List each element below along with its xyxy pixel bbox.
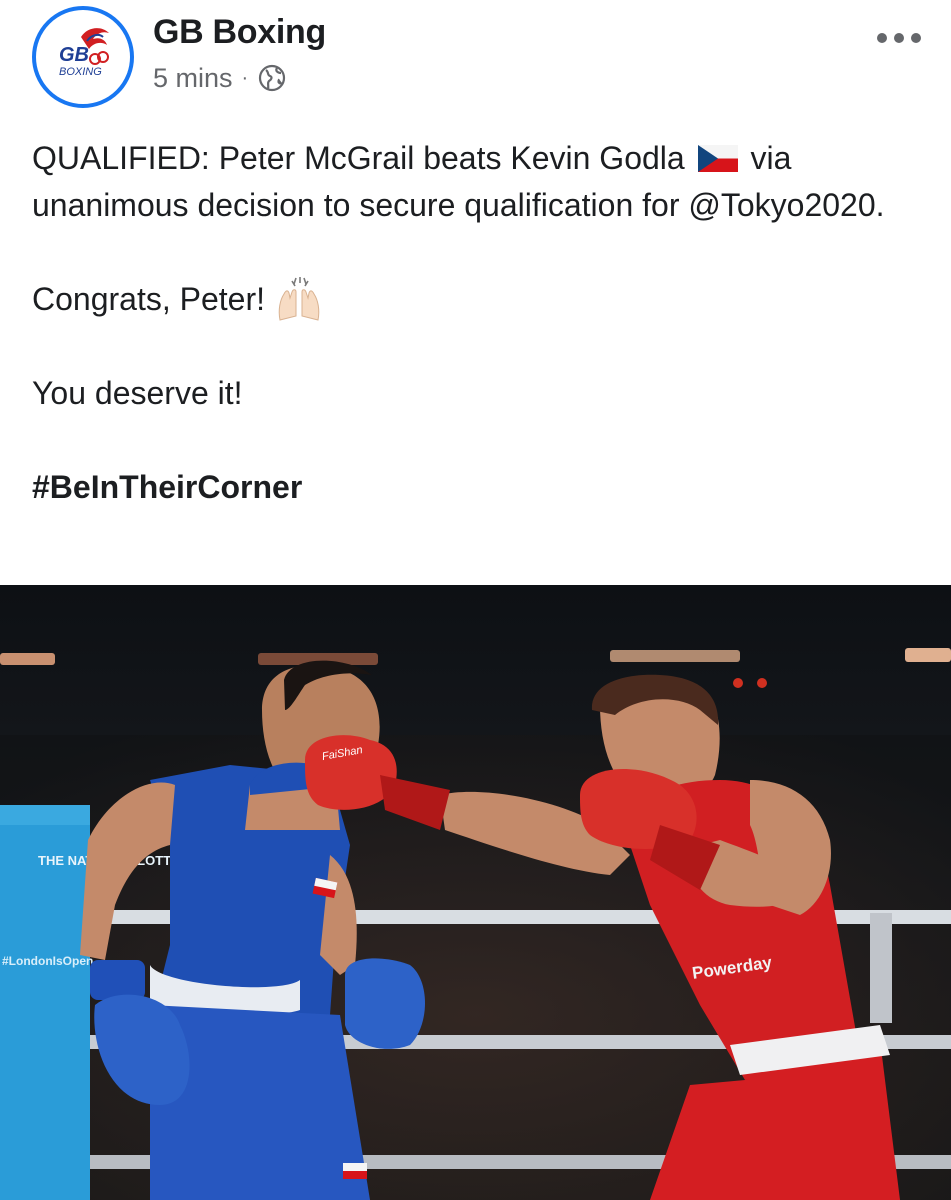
red-light — [733, 678, 743, 688]
post-header: GB BOXING GB Boxing 5 mins · — [0, 0, 951, 120]
post-photo[interactable]: THE NATIONAL LOTTERY #LondonIsOpen — [0, 585, 951, 1200]
red-light — [757, 678, 767, 688]
post-paragraph-3: You deserve it! — [32, 375, 243, 411]
post-paragraph-1: QUALIFIED: Peter McGrail beats Kevin God… — [32, 135, 922, 229]
ceiling-light — [610, 650, 740, 662]
ceiling-light — [905, 648, 951, 662]
page-avatar[interactable]: GB BOXING — [32, 6, 134, 108]
facebook-post: GB BOXING GB Boxing 5 mins · QUALIFIED: … — [0, 0, 951, 1200]
text-qualified: QUALIFIED: Peter McGrail beats Kevin God… — [32, 140, 685, 176]
dot-1 — [877, 33, 887, 43]
post-text: QUALIFIED: Peter McGrail beats Kevin God… — [32, 135, 922, 511]
svg-text:GB: GB — [59, 44, 89, 66]
post-paragraph-2: Congrats, Peter! — [32, 276, 922, 323]
raising-hands-icon — [274, 276, 324, 322]
ceiling-light — [0, 653, 55, 665]
meta-separator: · — [241, 66, 249, 89]
more-options-icon[interactable] — [877, 28, 921, 48]
dot-3 — [911, 33, 921, 43]
post-timestamp[interactable]: 5 mins — [153, 63, 233, 94]
post-paragraph-4: #BeInTheirCorner — [32, 464, 922, 511]
globe-icon[interactable] — [257, 63, 287, 93]
ring-post — [870, 913, 892, 1023]
page-name-link[interactable]: GB Boxing — [153, 13, 326, 52]
czech-flag-icon — [697, 138, 738, 172]
gb-boxing-logo: GB BOXING — [43, 17, 123, 97]
post-meta: 5 mins · — [153, 60, 287, 96]
hashtag-link[interactable]: #BeInTheirCorner — [32, 469, 302, 505]
corner-side-text: #LondonIsOpen — [2, 954, 93, 968]
svg-text:BOXING: BOXING — [59, 66, 102, 78]
dot-2 — [894, 33, 904, 43]
text-congrats: Congrats, Peter! — [32, 281, 265, 317]
